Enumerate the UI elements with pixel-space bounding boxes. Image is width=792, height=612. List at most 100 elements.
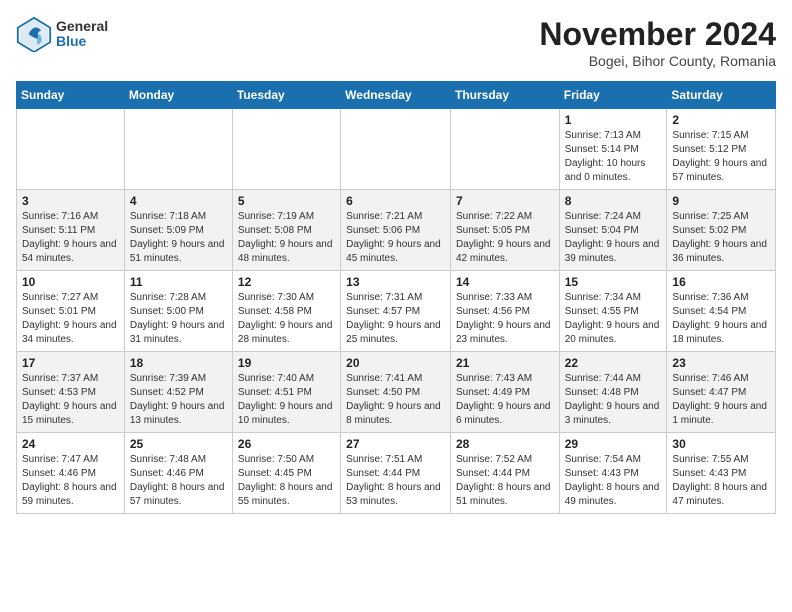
day-info: Sunrise: 7:54 AM Sunset: 4:43 PM Dayligh… (565, 453, 662, 509)
day-info: Sunrise: 7:19 AM Sunset: 5:08 PM Dayligh… (238, 210, 335, 266)
day-cell: 18 Sunrise: 7:39 AM Sunset: 4:52 PM Dayli… (124, 352, 232, 433)
header-monday: Monday (124, 82, 232, 109)
day-info: Sunrise: 7:21 AM Sunset: 5:06 PM Dayligh… (346, 210, 445, 266)
day-number: 27 (346, 437, 445, 451)
day-cell: 2 Sunrise: 7:15 AM Sunset: 5:12 PM Daylig… (667, 109, 776, 190)
logo-text: General Blue (56, 19, 108, 50)
day-number: 8 (565, 194, 662, 208)
day-info: Sunrise: 7:40 AM Sunset: 4:51 PM Dayligh… (238, 372, 335, 428)
day-number: 16 (672, 275, 770, 289)
day-info: Sunrise: 7:48 AM Sunset: 4:46 PM Dayligh… (130, 453, 227, 509)
day-cell: 7Sunrise: 7:22 AM Sunset: 5:05 PM Daylig… (450, 190, 559, 271)
day-cell: 3Sunrise: 7:16 AM Sunset: 5:11 PM Daylig… (17, 190, 125, 271)
day-cell: 8 Sunrise: 7:24 AM Sunset: 5:04 PM Daylig… (559, 190, 667, 271)
day-number: 21 (456, 356, 554, 370)
day-number: 9 (672, 194, 770, 208)
day-cell: 14 Sunrise: 7:33 AM Sunset: 4:56 PM Dayli… (450, 271, 559, 352)
day-info: Sunrise: 7:55 AM Sunset: 4:43 PM Dayligh… (672, 453, 770, 509)
day-info: Sunrise: 7:46 AM Sunset: 4:47 PM Dayligh… (672, 372, 770, 428)
header-thursday: Thursday (450, 82, 559, 109)
day-number: 3 (22, 194, 119, 208)
header-saturday: Saturday (667, 82, 776, 109)
day-info: Sunrise: 7:15 AM Sunset: 5:12 PM Dayligh… (672, 129, 770, 185)
day-info: Sunrise: 7:33 AM Sunset: 4:56 PM Dayligh… (456, 291, 554, 347)
day-number: 1 (565, 113, 662, 127)
day-info: Sunrise: 7:25 AM Sunset: 5:02 PM Dayligh… (672, 210, 770, 266)
day-info: Sunrise: 7:36 AM Sunset: 4:54 PM Dayligh… (672, 291, 770, 347)
day-info: Sunrise: 7:47 AM Sunset: 4:46 PM Dayligh… (22, 453, 119, 509)
day-number: 14 (456, 275, 554, 289)
header-tuesday: Tuesday (232, 82, 340, 109)
day-cell: 16 Sunrise: 7:36 AM Sunset: 4:54 PM Dayli… (667, 271, 776, 352)
logo: General Blue (16, 16, 108, 52)
day-info: Sunrise: 7:41 AM Sunset: 4:50 PM Dayligh… (346, 372, 445, 428)
logo-general-label: General (56, 19, 108, 34)
day-cell: 4Sunrise: 7:18 AM Sunset: 5:09 PM Daylig… (124, 190, 232, 271)
page-header: General Blue November 2024 Bogei, Bihor … (16, 16, 776, 69)
day-cell: 23 Sunrise: 7:46 AM Sunset: 4:47 PM Dayli… (667, 352, 776, 433)
day-number: 26 (238, 437, 335, 451)
day-number: 23 (672, 356, 770, 370)
day-info: Sunrise: 7:37 AM Sunset: 4:53 PM Dayligh… (22, 372, 119, 428)
day-number: 18 (130, 356, 227, 370)
week-row-3: 17 Sunrise: 7:37 AM Sunset: 4:53 PM Dayli… (17, 352, 776, 433)
day-cell: 29 Sunrise: 7:54 AM Sunset: 4:43 PM Dayli… (559, 433, 667, 514)
day-info: Sunrise: 7:50 AM Sunset: 4:45 PM Dayligh… (238, 453, 335, 509)
day-cell: 24Sunrise: 7:47 AM Sunset: 4:46 PM Dayli… (17, 433, 125, 514)
header-row: SundayMondayTuesdayWednesdayThursdayFrid… (17, 82, 776, 109)
week-row-1: 3Sunrise: 7:16 AM Sunset: 5:11 PM Daylig… (17, 190, 776, 271)
day-info: Sunrise: 7:13 AM Sunset: 5:14 PM Dayligh… (565, 129, 662, 185)
day-cell: 25Sunrise: 7:48 AM Sunset: 4:46 PM Dayli… (124, 433, 232, 514)
logo-blue-label: Blue (56, 34, 108, 49)
day-cell: 17 Sunrise: 7:37 AM Sunset: 4:53 PM Dayli… (17, 352, 125, 433)
week-row-0: 1 Sunrise: 7:13 AM Sunset: 5:14 PM Daylig… (17, 109, 776, 190)
day-info: Sunrise: 7:27 AM Sunset: 5:01 PM Dayligh… (22, 291, 119, 347)
day-cell: 12 Sunrise: 7:30 AM Sunset: 4:58 PM Dayli… (232, 271, 340, 352)
day-number: 13 (346, 275, 445, 289)
day-cell: 30 Sunrise: 7:55 AM Sunset: 4:43 PM Dayli… (667, 433, 776, 514)
day-number: 4 (130, 194, 227, 208)
day-cell: 19 Sunrise: 7:40 AM Sunset: 4:51 PM Dayli… (232, 352, 340, 433)
day-cell: 13 Sunrise: 7:31 AM Sunset: 4:57 PM Dayli… (341, 271, 451, 352)
day-cell (341, 109, 451, 190)
day-cell: 20 Sunrise: 7:41 AM Sunset: 4:50 PM Dayli… (341, 352, 451, 433)
day-number: 20 (346, 356, 445, 370)
day-cell: 9 Sunrise: 7:25 AM Sunset: 5:02 PM Daylig… (667, 190, 776, 271)
header-wednesday: Wednesday (341, 82, 451, 109)
day-cell: 15Sunrise: 7:34 AM Sunset: 4:55 PM Dayli… (559, 271, 667, 352)
header-friday: Friday (559, 82, 667, 109)
day-number: 10 (22, 275, 119, 289)
day-info: Sunrise: 7:51 AM Sunset: 4:44 PM Dayligh… (346, 453, 445, 509)
day-number: 19 (238, 356, 335, 370)
day-number: 2 (672, 113, 770, 127)
day-number: 15 (565, 275, 662, 289)
day-cell (450, 109, 559, 190)
day-info: Sunrise: 7:31 AM Sunset: 4:57 PM Dayligh… (346, 291, 445, 347)
day-cell (232, 109, 340, 190)
logo-icon (16, 16, 52, 52)
day-info: Sunrise: 7:22 AM Sunset: 5:05 PM Dayligh… (456, 210, 554, 266)
day-cell: 22Sunrise: 7:44 AM Sunset: 4:48 PM Dayli… (559, 352, 667, 433)
day-number: 12 (238, 275, 335, 289)
day-cell: 21 Sunrise: 7:43 AM Sunset: 4:49 PM Dayli… (450, 352, 559, 433)
day-cell: 26 Sunrise: 7:50 AM Sunset: 4:45 PM Dayli… (232, 433, 340, 514)
calendar-table: SundayMondayTuesdayWednesdayThursdayFrid… (16, 81, 776, 514)
day-cell: 27 Sunrise: 7:51 AM Sunset: 4:44 PM Dayli… (341, 433, 451, 514)
day-info: Sunrise: 7:28 AM Sunset: 5:00 PM Dayligh… (130, 291, 227, 347)
day-info: Sunrise: 7:52 AM Sunset: 4:44 PM Dayligh… (456, 453, 554, 509)
day-number: 30 (672, 437, 770, 451)
header-sunday: Sunday (17, 82, 125, 109)
day-info: Sunrise: 7:24 AM Sunset: 5:04 PM Dayligh… (565, 210, 662, 266)
day-info: Sunrise: 7:43 AM Sunset: 4:49 PM Dayligh… (456, 372, 554, 428)
day-cell (17, 109, 125, 190)
day-cell: 11Sunrise: 7:28 AM Sunset: 5:00 PM Dayli… (124, 271, 232, 352)
day-cell (124, 109, 232, 190)
day-cell: 28Sunrise: 7:52 AM Sunset: 4:44 PM Dayli… (450, 433, 559, 514)
day-number: 29 (565, 437, 662, 451)
month-title: November 2024 (539, 16, 776, 53)
day-number: 5 (238, 194, 335, 208)
day-number: 17 (22, 356, 119, 370)
day-cell: 6Sunrise: 7:21 AM Sunset: 5:06 PM Daylig… (341, 190, 451, 271)
day-info: Sunrise: 7:39 AM Sunset: 4:52 PM Dayligh… (130, 372, 227, 428)
day-info: Sunrise: 7:30 AM Sunset: 4:58 PM Dayligh… (238, 291, 335, 347)
